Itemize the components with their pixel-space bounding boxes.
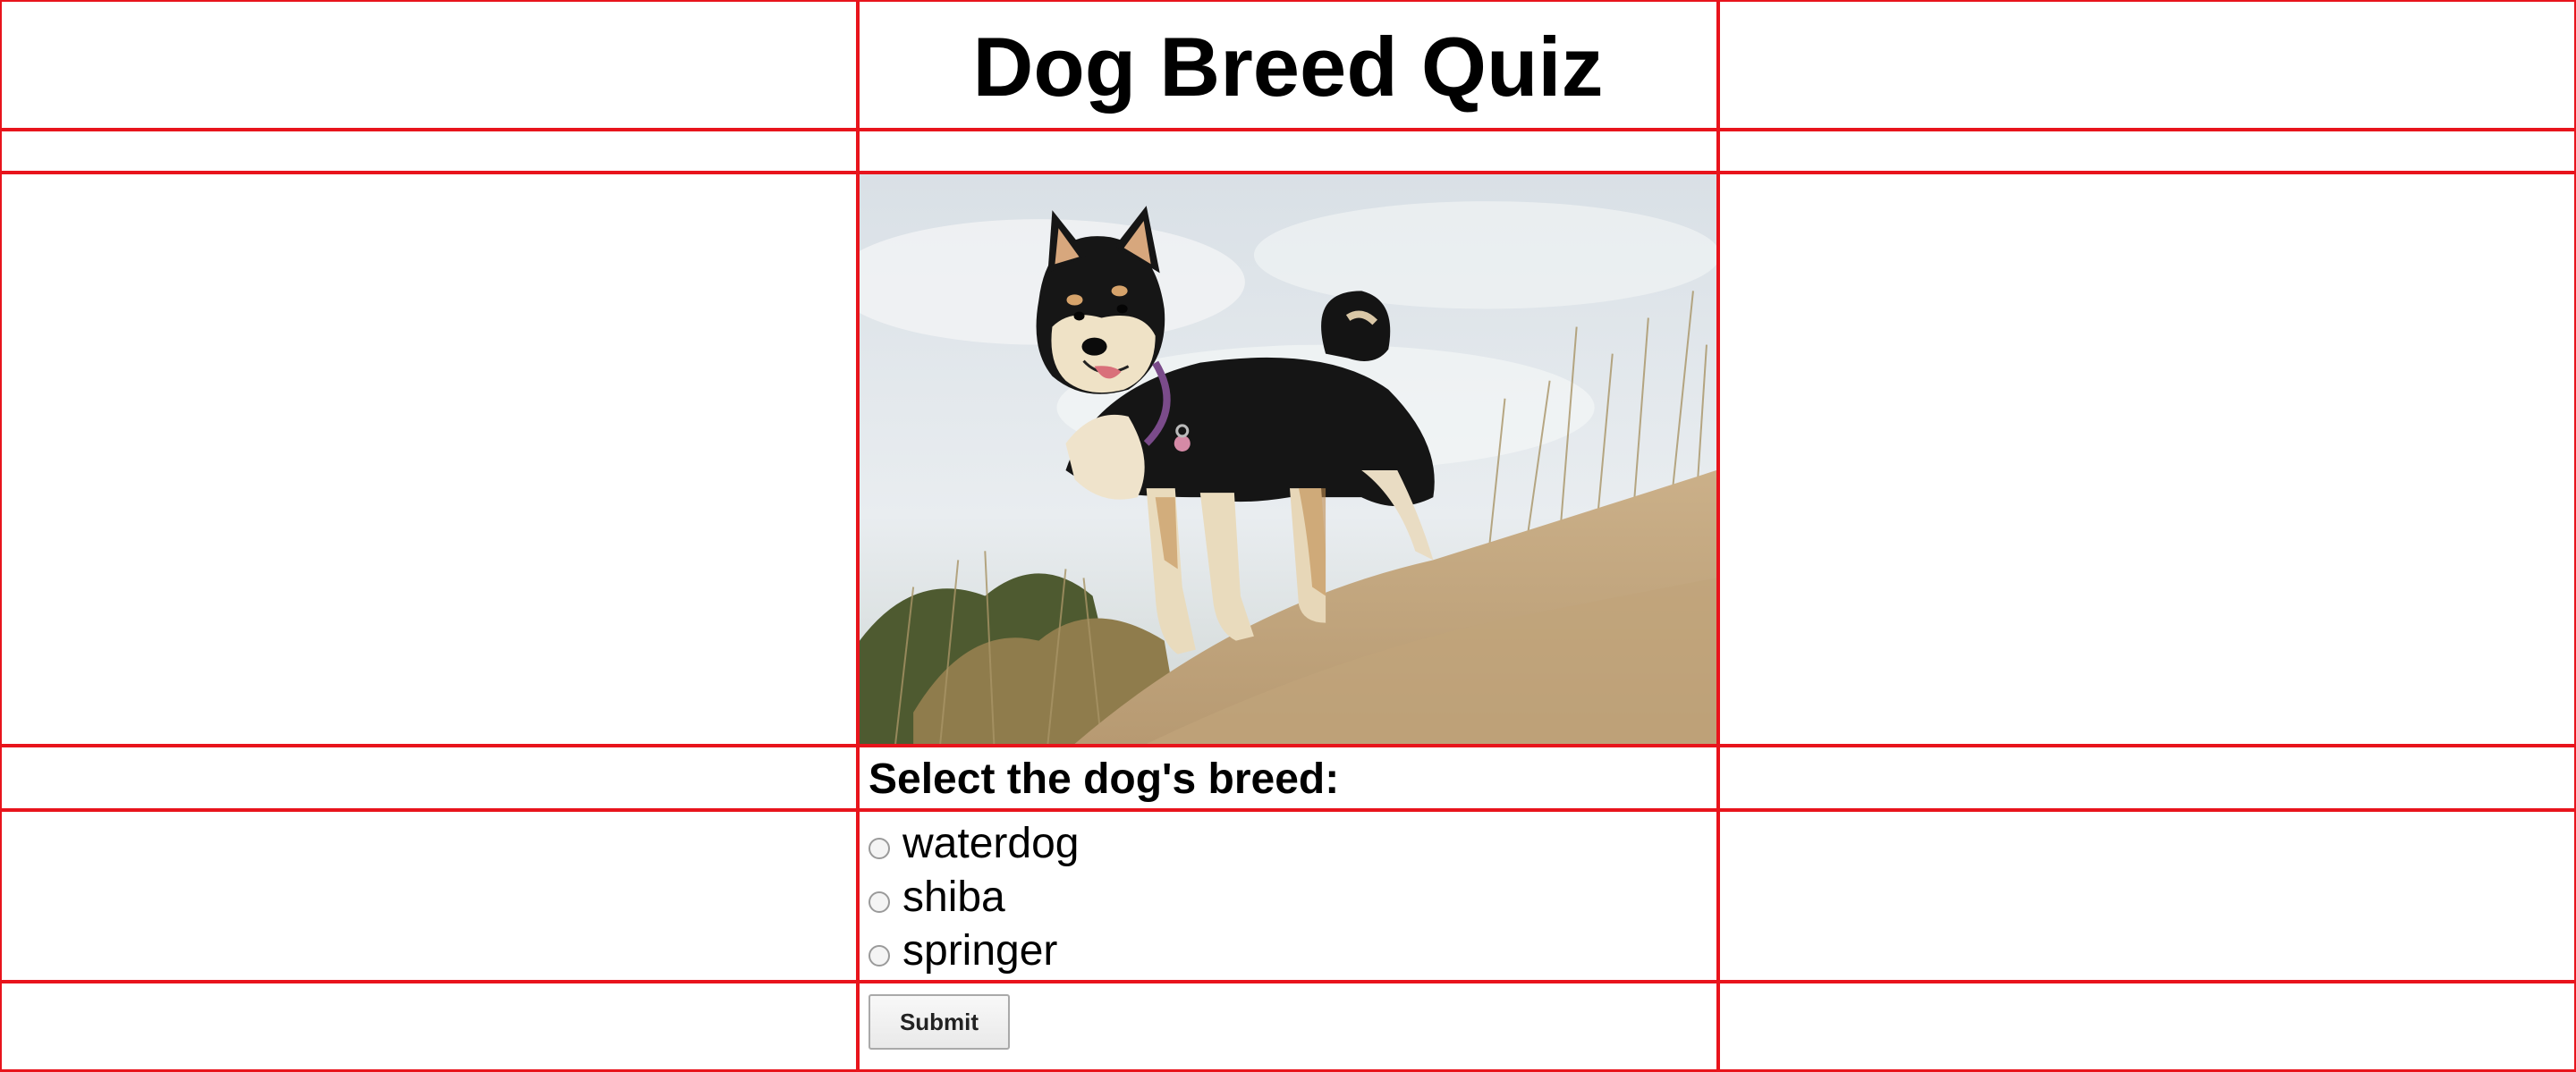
table-cell	[857, 129, 1719, 173]
table-cell	[1717, 129, 2576, 173]
question-label: Select the dog's breed:	[869, 755, 1340, 803]
breed-options: waterdog shiba springer	[860, 812, 1716, 978]
radio-button[interactable]	[869, 891, 890, 913]
option-waterdog[interactable]: waterdog	[860, 817, 1716, 871]
title-cell: Dog Breed Quiz	[857, 0, 1719, 131]
option-label: waterdog	[902, 820, 1080, 867]
table-cell	[1717, 0, 2576, 131]
table-cell	[0, 0, 859, 131]
table-cell	[0, 745, 859, 811]
option-shiba[interactable]: shiba	[860, 871, 1716, 924]
quiz-layout-table: Dog Breed Quiz Select the dog's breed: w…	[0, 0, 2576, 1072]
option-label: springer	[902, 927, 1058, 975]
image-cell	[857, 172, 1719, 747]
page-title: Dog Breed Quiz	[972, 20, 1604, 114]
table-cell	[1717, 981, 2576, 1072]
option-springer[interactable]: springer	[860, 924, 1716, 978]
dog-photo-image	[860, 174, 1716, 744]
radio-button[interactable]	[869, 945, 890, 966]
radio-button[interactable]	[869, 838, 890, 859]
option-label: shiba	[902, 874, 1005, 921]
table-cell	[0, 981, 859, 1072]
table-cell	[0, 129, 859, 173]
question-cell: Select the dog's breed:	[857, 745, 1719, 811]
table-cell	[1717, 745, 2576, 811]
table-cell	[0, 809, 859, 983]
submit-button[interactable]: Submit	[869, 994, 1010, 1050]
table-cell	[1717, 172, 2576, 747]
options-cell: waterdog shiba springer	[857, 809, 1719, 983]
table-cell	[1717, 809, 2576, 983]
submit-cell: Submit	[857, 981, 1719, 1072]
dog-photo	[860, 174, 1716, 744]
table-cell	[0, 172, 859, 747]
